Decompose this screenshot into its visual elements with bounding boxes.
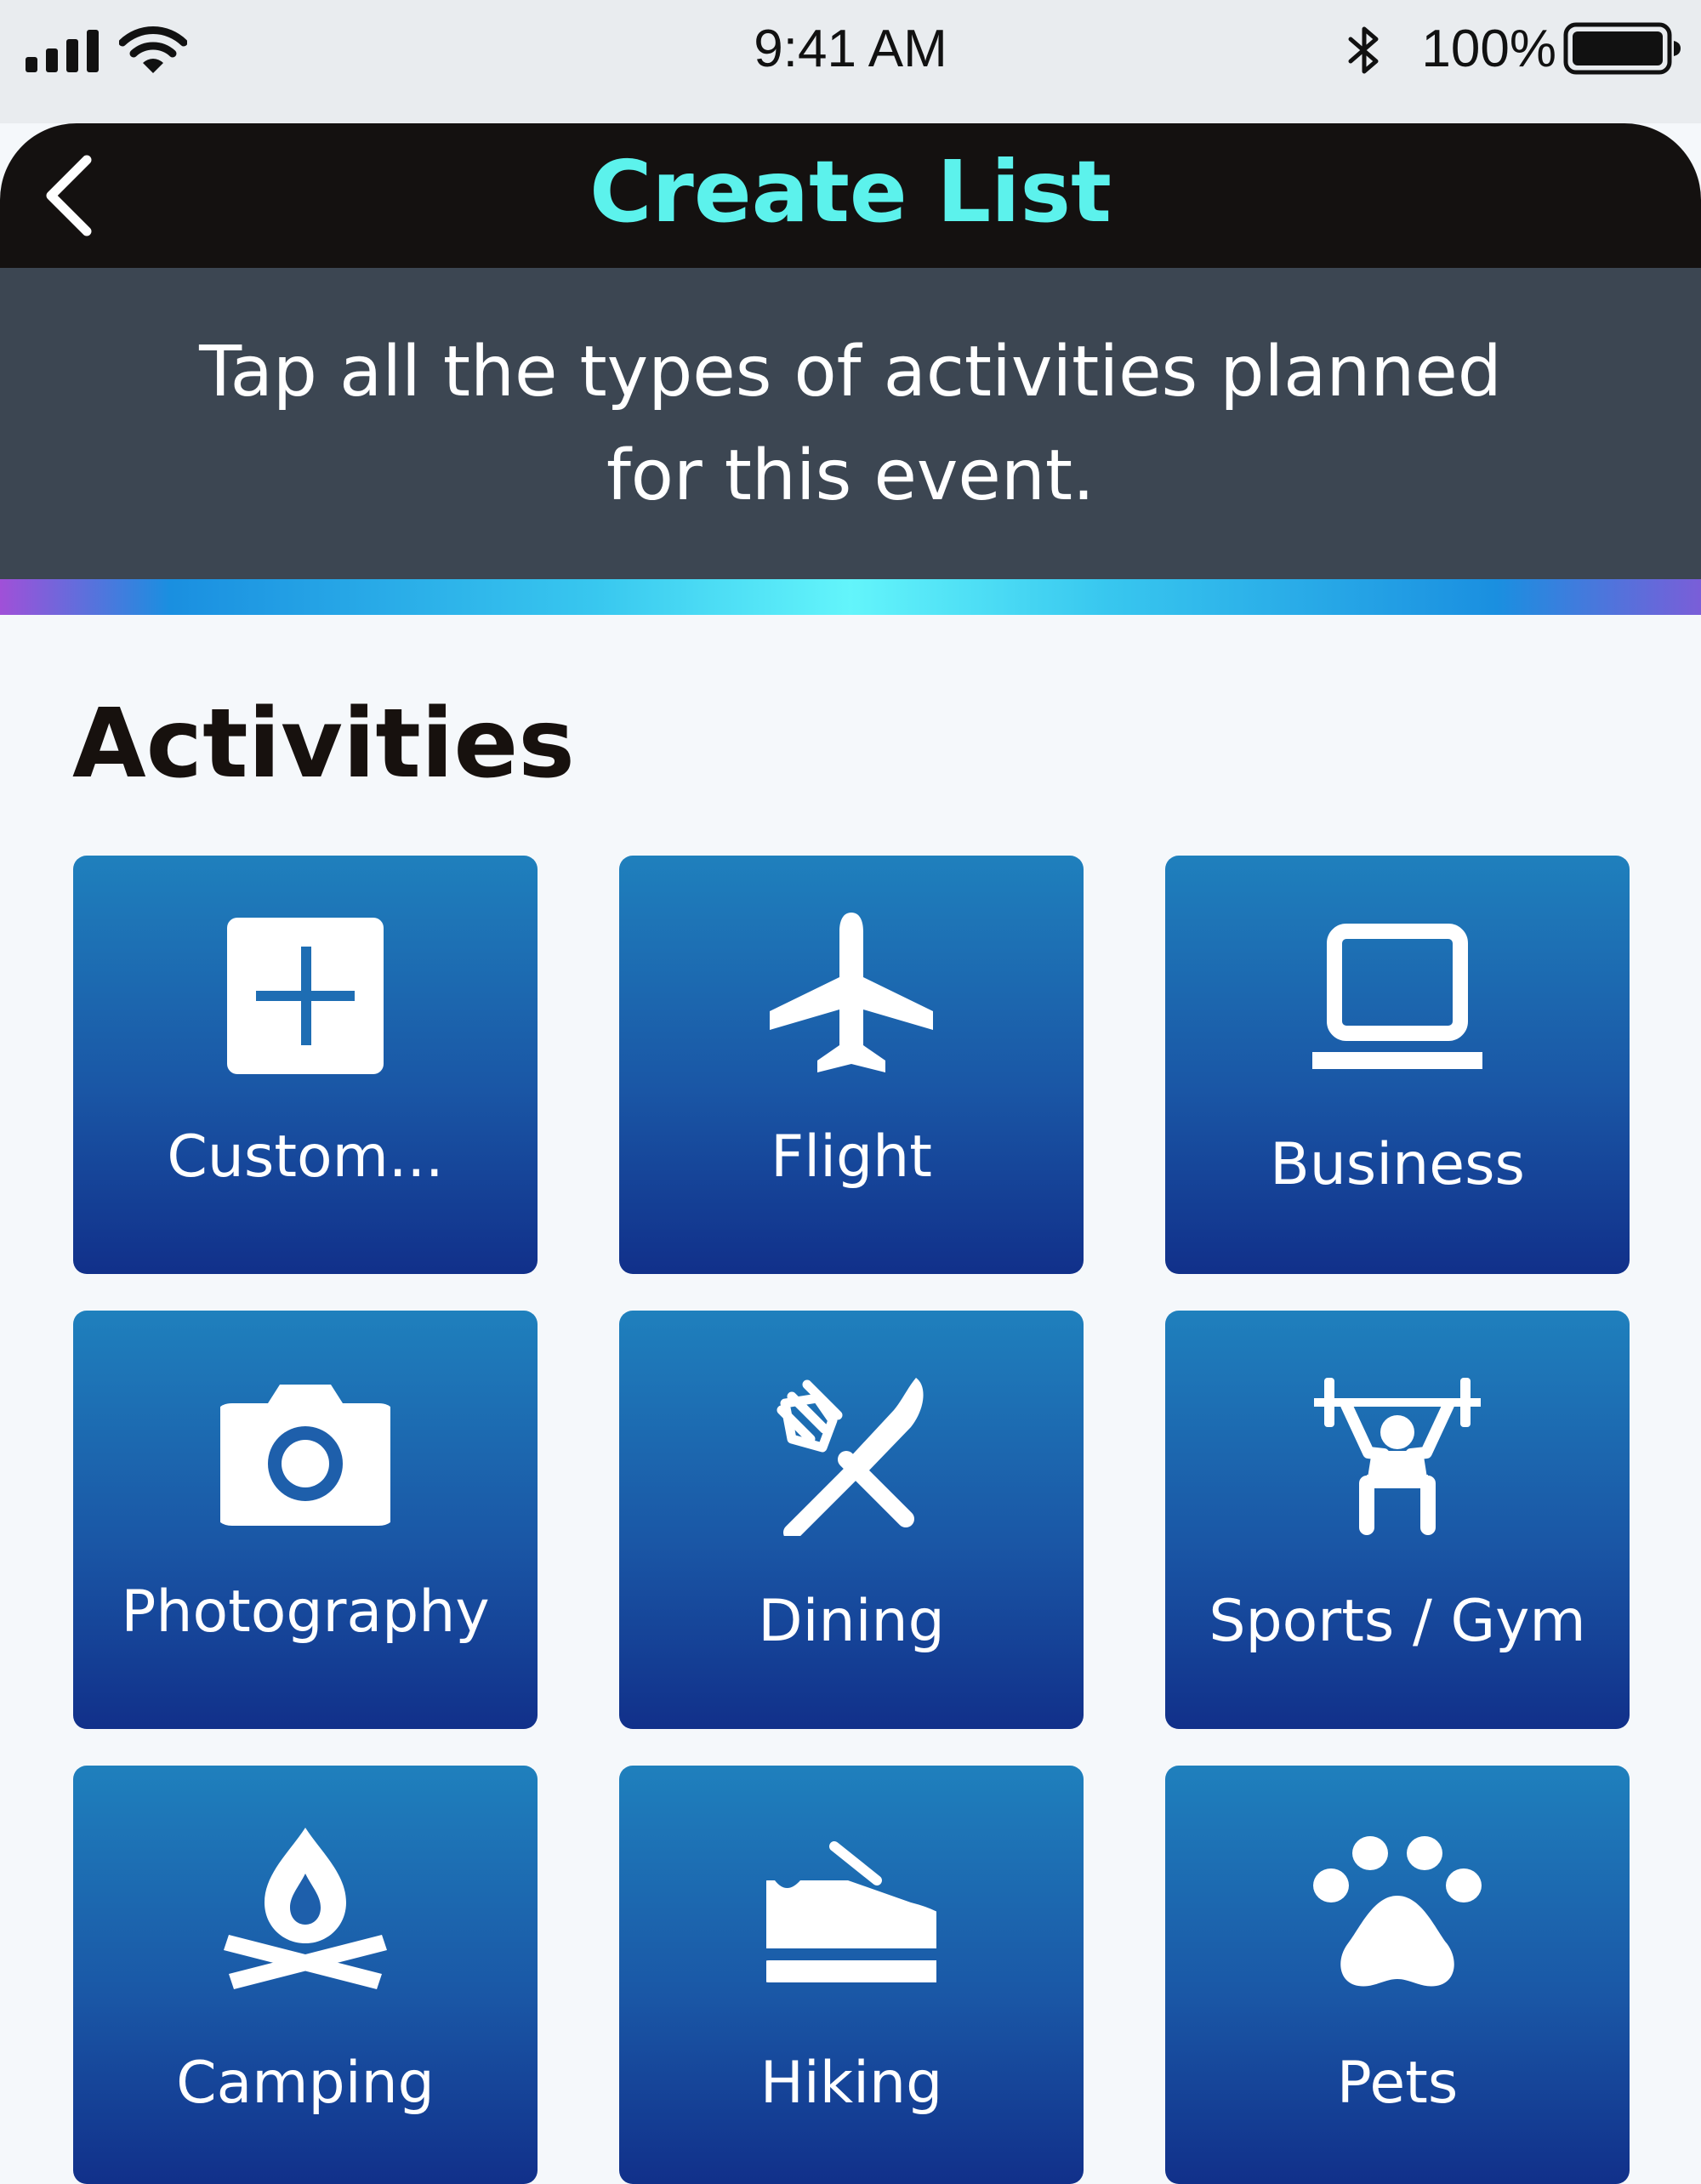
weightlifter-icon (1314, 1378, 1481, 1535)
activity-tile-custom[interactable]: Custom... (73, 856, 538, 1274)
activity-label: Photography (121, 1578, 490, 1646)
instruction-line-2: for this event. (606, 435, 1095, 516)
activity-label: Hiking (759, 2050, 943, 2117)
activity-tile-dining[interactable]: Dining (619, 1311, 1084, 1729)
battery-percent: 100% (1421, 20, 1556, 78)
nav-bar: Create List (0, 123, 1701, 268)
activity-label: Camping (176, 2050, 435, 2117)
plus-square-icon (227, 918, 384, 1074)
wifi-icon (119, 26, 187, 73)
page-title: Create List (589, 142, 1112, 242)
airplane-icon (770, 913, 933, 1072)
bluetooth-icon (1348, 26, 1379, 74)
instruction-text: Tap all the types of activities planned … (128, 321, 1573, 528)
activity-tile-pets[interactable]: Pets (1165, 1766, 1630, 2184)
section-heading: Activities (72, 689, 575, 799)
status-time: 9:41 AM (754, 20, 947, 78)
camera-icon (220, 1385, 390, 1526)
chevron-left-icon[interactable] (34, 145, 111, 247)
activity-label: Pets (1336, 2050, 1459, 2117)
battery-icon (1563, 22, 1681, 75)
gradient-divider (0, 579, 1701, 615)
activity-tile-flight[interactable]: Flight (619, 856, 1084, 1274)
activity-label: Custom... (167, 1123, 444, 1191)
campfire-icon (224, 1828, 387, 1989)
laptop-icon (1312, 924, 1482, 1069)
fork-knife-icon (777, 1378, 924, 1536)
instruction-line-1: Tap all the types of activities planned (199, 332, 1502, 412)
status-bar: 9:41 AM 100% (0, 0, 1701, 123)
activity-tile-camping[interactable]: Camping (73, 1766, 538, 2184)
paw-icon (1313, 1836, 1482, 1987)
activity-tile-sports-gym[interactable]: Sports / Gym (1165, 1311, 1630, 1729)
shoe-icon (766, 1841, 936, 1982)
activity-label: Business (1270, 1131, 1525, 1198)
activity-label: Flight (771, 1123, 932, 1191)
activity-tile-hiking[interactable]: Hiking (619, 1766, 1084, 2184)
activity-tile-photography[interactable]: Photography (73, 1311, 538, 1729)
activity-label: Sports / Gym (1209, 1588, 1586, 1655)
activity-label: Dining (758, 1588, 945, 1655)
signal-icon (26, 30, 99, 72)
instruction-banner: Tap all the types of activities planned … (0, 268, 1701, 579)
activity-tile-business[interactable]: Business (1165, 856, 1630, 1274)
